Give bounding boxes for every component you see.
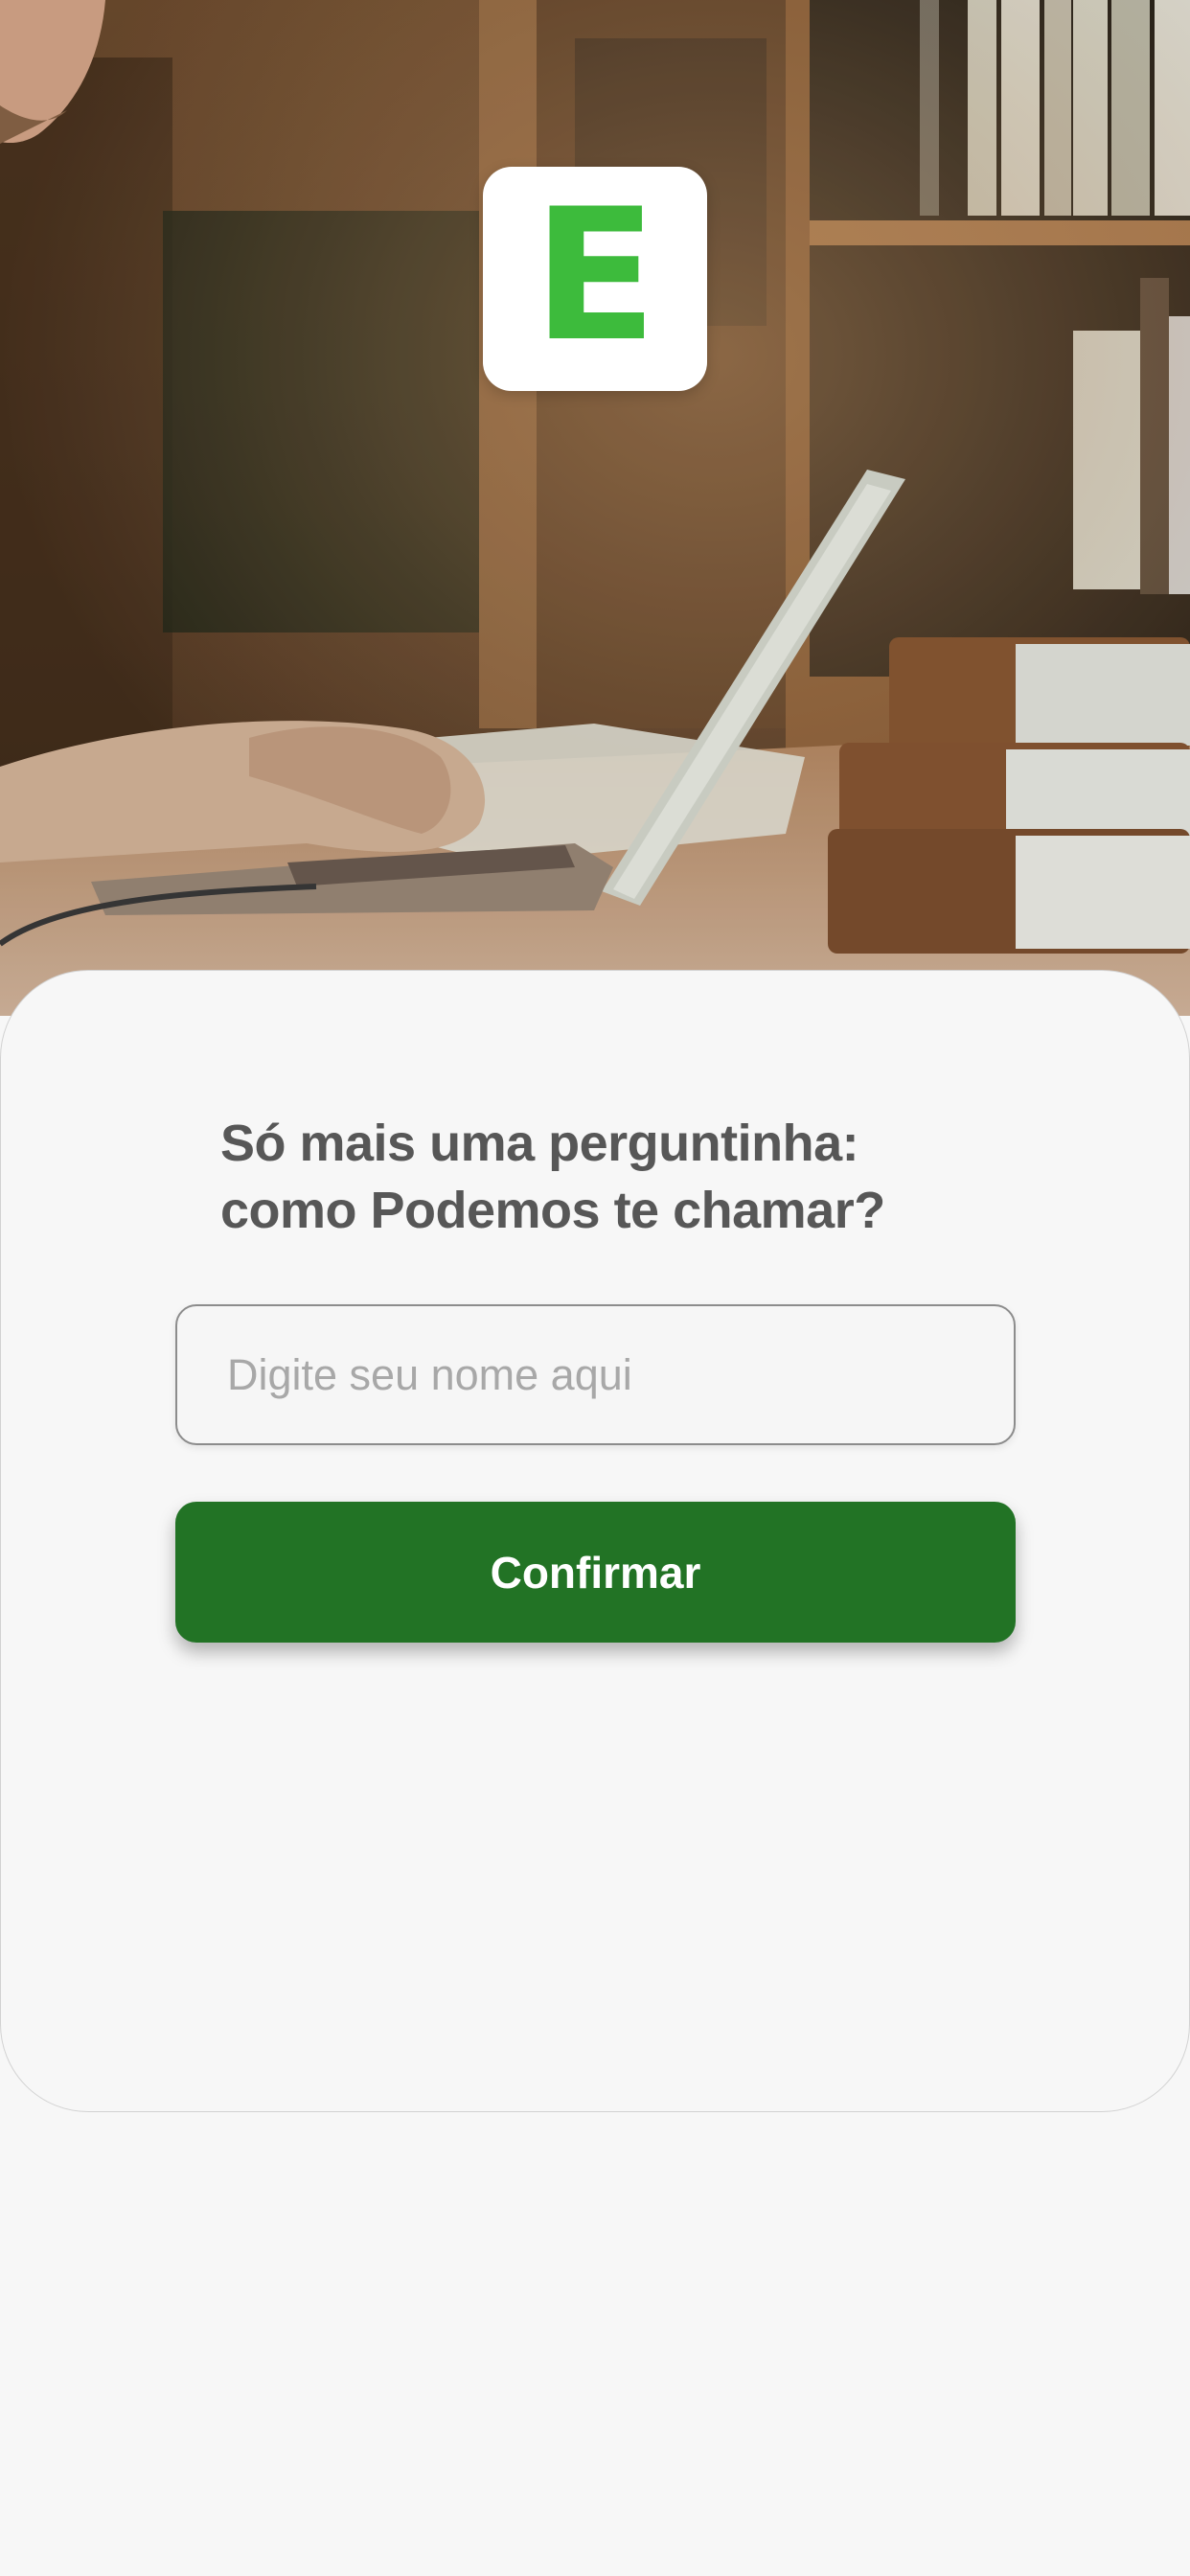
library-scene-illustration [0,0,1190,1016]
hero-photo [0,0,1190,1016]
confirm-button[interactable]: Confirmar [175,1502,1016,1643]
app-logo-letter: E [533,170,657,381]
name-question-title: Só mais uma perguntinha: como Podemos te… [220,1115,885,1239]
name-input[interactable] [175,1304,1016,1445]
onboarding-screen: E Só mais uma perguntinha: como Podemos … [0,0,1190,2576]
app-logo: E [483,167,707,391]
